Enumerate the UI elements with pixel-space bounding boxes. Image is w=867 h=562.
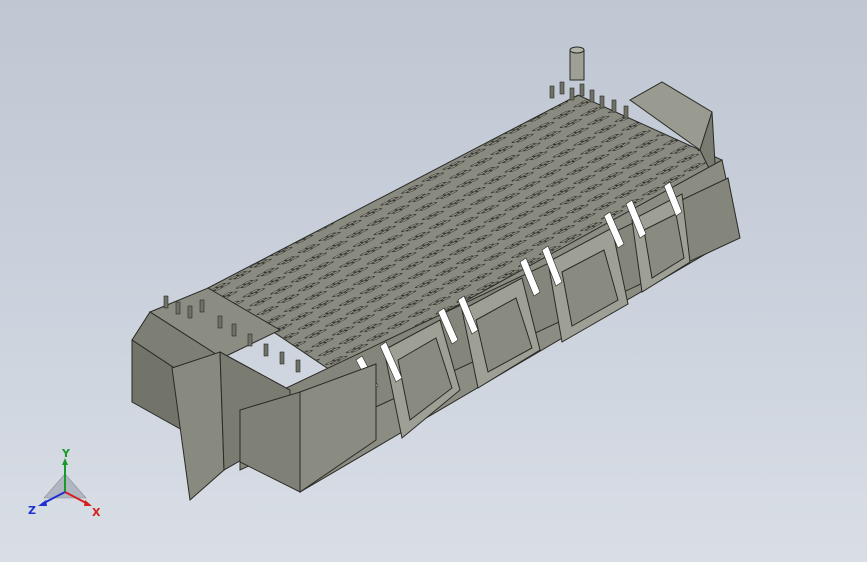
front-lower-block [239,391,301,493]
guide-post-front [171,351,225,501]
alignment-pin [569,49,585,81]
coordinate-triad: Y X Z [28,448,101,519]
y-axis-label: Y [61,448,71,460]
graphics-viewport[interactable]: Y X Z [0,0,867,562]
alignment-pin-cap [569,46,585,54]
z-axis-label: Z [28,504,36,517]
z-axis-arrow [38,500,47,506]
connector-3d-model[interactable] [0,0,867,562]
x-axis-arrow [84,500,92,506]
x-axis-label: X [92,506,101,519]
